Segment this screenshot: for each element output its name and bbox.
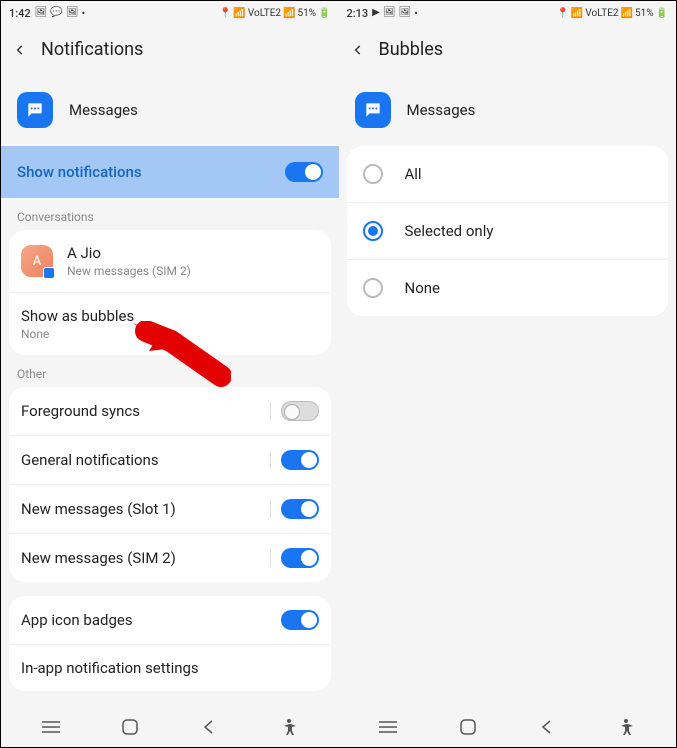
status-left-icons: 🖼💬🖼•: [35, 7, 219, 20]
home-button[interactable]: [118, 715, 142, 739]
show-as-bubbles-row[interactable]: Show as bubbles None: [9, 293, 331, 355]
app-icon-badges-row[interactable]: App icon badges: [9, 596, 331, 645]
home-button[interactable]: [456, 715, 480, 739]
option-none-row[interactable]: None: [347, 260, 669, 316]
back-icon[interactable]: [351, 43, 365, 57]
show-notifications-label: Show notifications: [17, 163, 142, 181]
other-card: Foreground syncs General notifications N…: [9, 387, 331, 582]
nav-back-button[interactable]: [197, 715, 221, 739]
page-title: Notifications: [41, 39, 143, 60]
screen-notifications: 1:42 🖼💬🖼• 📍 📶 VoLTE2 📶 51% 🔋 Notificatio…: [1, 1, 339, 747]
status-right: 📍 📶 VoLTE2 📶 51% 🔋: [219, 8, 331, 19]
foreground-syncs-toggle[interactable]: [281, 401, 319, 421]
messages-app-icon: [355, 92, 391, 128]
show-notifications-toggle[interactable]: [285, 162, 323, 182]
recents-button[interactable]: [376, 715, 400, 739]
battery-icon: 🔋: [656, 8, 668, 19]
messages-app-icon: [17, 92, 53, 128]
conversation-sub: New messages (SIM 2): [67, 264, 191, 278]
network-label: VoLTE2: [585, 8, 618, 19]
show-as-bubbles-label: Show as bubbles: [21, 307, 134, 325]
new-messages-slot1-toggle[interactable]: [281, 499, 319, 519]
recents-button[interactable]: [39, 715, 63, 739]
wifi-icon: 📶: [233, 8, 245, 19]
option-all-row[interactable]: All: [347, 146, 669, 203]
location-icon: 📍: [219, 8, 231, 19]
app-name: Messages: [407, 101, 476, 119]
accessibility-button[interactable]: [614, 715, 638, 739]
option-selected-only-row[interactable]: Selected only: [347, 203, 669, 260]
in-app-settings-row[interactable]: In-app notification settings: [9, 645, 331, 691]
status-bar: 1:42 🖼💬🖼• 📍 📶 VoLTE2 📶 51% 🔋: [1, 1, 339, 25]
status-right: 📍 📶 VoLTE2 📶 51% 🔋: [556, 8, 668, 19]
general-notifications-toggle[interactable]: [281, 450, 319, 470]
battery-label: 51%: [635, 8, 654, 19]
show-notifications-row[interactable]: Show notifications: [1, 146, 339, 198]
other-header: Other: [1, 355, 339, 387]
conversations-card: A A Jio New messages (SIM 2) Show as bub…: [9, 230, 331, 355]
new-messages-sim2-row[interactable]: New messages (SIM 2): [9, 534, 331, 582]
show-as-bubbles-value: None: [21, 327, 134, 341]
nav-back-button[interactable]: [535, 715, 559, 739]
screen-bubbles: 2:13 ▶🖼🖼• 📍 📶 VoLTE2 📶 51% 🔋 Bubbles Mes…: [339, 1, 677, 747]
app-icon-badges-toggle[interactable]: [281, 610, 319, 630]
option-all-label: All: [405, 165, 422, 183]
general-notifications-row[interactable]: General notifications: [9, 436, 331, 485]
status-time: 1:42: [9, 7, 31, 20]
conversations-header: Conversations: [1, 198, 339, 230]
navigation-bar: [339, 707, 677, 747]
navigation-bar: [1, 707, 339, 747]
radio-selected-only[interactable]: [363, 221, 383, 241]
status-bar: 2:13 ▶🖼🖼• 📍 📶 VoLTE2 📶 51% 🔋: [339, 1, 677, 25]
conversation-avatar: A: [21, 245, 53, 277]
network-label: VoLTE2: [248, 8, 281, 19]
back-icon[interactable]: [13, 43, 27, 57]
foreground-syncs-row[interactable]: Foreground syncs: [9, 387, 331, 436]
title-bar: Notifications: [1, 25, 339, 74]
battery-label: 51%: [297, 8, 316, 19]
accessibility-button[interactable]: [277, 715, 301, 739]
title-bar: Bubbles: [339, 25, 677, 74]
location-icon: 📍: [556, 8, 568, 19]
app-info[interactable]: Messages: [339, 74, 677, 146]
bubbles-options-card: All Selected only None: [347, 146, 669, 316]
messages-badge-icon: [43, 267, 55, 279]
conversation-row[interactable]: A A Jio New messages (SIM 2): [9, 230, 331, 293]
radio-none[interactable]: [363, 278, 383, 298]
app-info[interactable]: Messages: [1, 74, 339, 146]
badges-card: App icon badges In-app notification sett…: [9, 596, 331, 691]
new-messages-slot1-row[interactable]: New messages (Slot 1): [9, 485, 331, 534]
app-name: Messages: [69, 101, 138, 119]
status-time: 2:13: [347, 7, 369, 20]
radio-all[interactable]: [363, 164, 383, 184]
battery-icon: 🔋: [318, 8, 330, 19]
status-left-icons: ▶🖼🖼•: [372, 7, 556, 20]
option-none-label: None: [405, 279, 441, 297]
page-title: Bubbles: [379, 39, 444, 60]
wifi-icon: 📶: [571, 8, 583, 19]
new-messages-sim2-toggle[interactable]: [281, 548, 319, 568]
conversation-name: A Jio: [67, 244, 191, 262]
option-selected-only-label: Selected only: [405, 222, 494, 240]
